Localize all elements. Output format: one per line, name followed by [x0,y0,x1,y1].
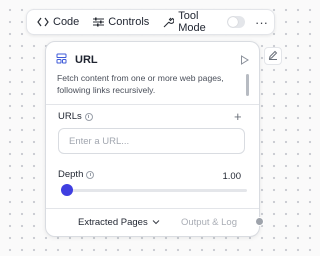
tab-extracted-pages-label: Extracted Pages [78,217,148,228]
more-options-icon[interactable]: ··· [255,15,268,30]
code-icon [37,17,49,27]
sliders-icon [93,17,105,27]
node-header: URL [56,52,249,68]
output-connection-handle[interactable] [255,217,264,226]
divider [46,208,259,209]
depth-slider-track[interactable] [66,189,247,192]
url-input[interactable] [58,128,245,154]
edit-button[interactable] [264,47,282,65]
divider [46,104,259,105]
urls-field-label: URLs [58,111,93,122]
tool-mode-toggle[interactable] [226,16,245,28]
controls-label: Controls [108,16,150,28]
tool-mode-button[interactable]: Tool Mode [159,10,222,34]
tab-output-log[interactable]: Output & Log [181,217,237,228]
code-label: Code [53,16,80,28]
info-icon[interactable] [84,112,93,121]
pencil-icon [268,47,278,65]
code-button[interactable]: Code [33,12,83,32]
depth-label: Depth [58,169,84,180]
node-toolbar: Code Controls Tool Mode ··· [26,9,275,35]
depth-slider-handle[interactable] [61,184,73,196]
info-icon[interactable] [86,170,95,179]
controls-button[interactable]: Controls [89,12,153,32]
wrench-icon [163,17,175,28]
toggle-knob [227,17,238,27]
depth-field-label: Depth [58,169,95,180]
play-icon[interactable] [240,55,249,65]
url-node-card[interactable]: URL Fetch content from one or more web p… [45,41,260,237]
node-description: Fetch content from one or more web pages… [57,73,224,95]
chevron-down-icon [152,217,160,228]
depth-value: 1.00 [222,171,242,182]
url-component-icon [56,51,67,69]
urls-label: URLs [58,111,82,122]
description-scrollbar[interactable] [246,74,249,96]
node-title[interactable]: URL [75,54,98,66]
tool-mode-label: Tool Mode [178,10,206,34]
tab-extracted-pages[interactable]: Extracted Pages [78,217,160,228]
add-url-icon[interactable]: + [234,110,242,123]
